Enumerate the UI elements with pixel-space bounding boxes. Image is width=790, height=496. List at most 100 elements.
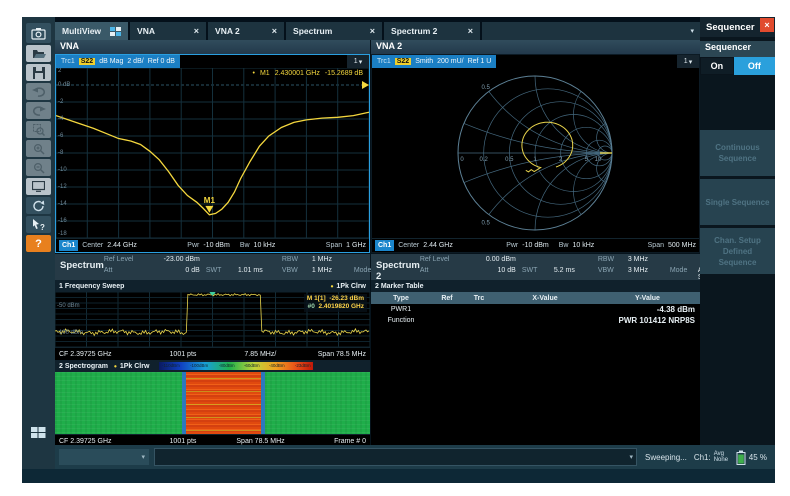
tab-label: VNA bbox=[137, 26, 155, 36]
close-icon[interactable]: × bbox=[370, 26, 375, 36]
spectrum2-panel[interactable]: Spectrum 2 Ref Level 0.00 dBm RBW 3 MHz … bbox=[371, 254, 700, 445]
left-toolbar: ? ? bbox=[22, 17, 55, 483]
y-axis-label: -50 dBm bbox=[57, 303, 80, 309]
window-number: 1 bbox=[684, 58, 688, 65]
tab-multiview[interactable]: MultiView bbox=[55, 22, 128, 40]
channel-tab-bar: MultiView VNA × VNA 2 × Spectrum × Spect… bbox=[55, 17, 700, 40]
vna-plot-area[interactable]: M1 • M1 2.430001 GHz -15.2689 dB 20 dB-2… bbox=[56, 68, 369, 238]
vna-panel[interactable]: VNA Trc1 S22 dB Mag 2 dB/ Ref 0 dB 1 ▾ bbox=[55, 40, 370, 253]
trace-color-dot-icon: • bbox=[331, 282, 334, 291]
frequency-sweep-plot[interactable]: -50 dBm -100 dBm M 1[1] -26.23 dBm #0 2.… bbox=[55, 292, 370, 347]
marker-readout: M 1[1] -26.23 dBm #0 2.4019820 GHz bbox=[304, 294, 367, 312]
tab-label: MultiView bbox=[62, 26, 101, 36]
marker-table: Type Ref Trc X-Value Y-Value PWR1 -4.38 … bbox=[371, 292, 700, 326]
zoom-out-icon[interactable] bbox=[26, 159, 51, 176]
screenshot-page: ? ? MultiView VNA × VNA 2 × Spectrum × S… bbox=[0, 0, 790, 496]
svg-text:0.5: 0.5 bbox=[482, 85, 491, 91]
close-icon[interactable]: × bbox=[760, 18, 774, 32]
display-config-icon[interactable] bbox=[26, 178, 51, 195]
tab-label: VNA 2 bbox=[215, 26, 240, 36]
zoom-reset-icon[interactable] bbox=[26, 140, 51, 157]
bottom-edge bbox=[22, 469, 775, 483]
close-icon[interactable]: × bbox=[468, 26, 473, 36]
sequencer-header: Sequencer × bbox=[700, 17, 775, 37]
sequencer-title: Sequencer bbox=[706, 22, 755, 33]
y-axis-label: -16 bbox=[58, 218, 67, 224]
tab-label: Spectrum 2 bbox=[391, 26, 437, 36]
svg-text:0: 0 bbox=[460, 157, 464, 163]
context-help-icon[interactable]: ? bbox=[26, 216, 51, 233]
sequencer-onoff-toggle: On Off bbox=[700, 57, 775, 75]
smith-chart-area[interactable]: 00.20.5125100.50.5 bbox=[372, 68, 699, 238]
legend-label: -23dBm bbox=[295, 363, 311, 368]
table-row[interactable]: Function PWR 101412 NRP8S bbox=[371, 315, 700, 326]
trace-scale: 200 mU/ bbox=[437, 58, 463, 65]
tab-label: Spectrum bbox=[293, 26, 332, 36]
chevron-down-icon: ▾ bbox=[359, 58, 363, 66]
sequencer-on-button[interactable]: On bbox=[700, 57, 734, 75]
tab-spectrum[interactable]: Spectrum × bbox=[286, 22, 382, 40]
close-icon[interactable]: × bbox=[194, 26, 199, 36]
status-message-box[interactable]: ▾ bbox=[154, 448, 637, 466]
analyzer-window: ? ? MultiView VNA × VNA 2 × Spectrum × S… bbox=[22, 17, 775, 483]
legend-label: -80dBm bbox=[218, 363, 234, 368]
trace-info[interactable]: Trc1 S22 dB Mag 2 dB/ Ref 0 dB bbox=[56, 55, 180, 68]
window-select[interactable]: 1 ▾ bbox=[347, 55, 369, 68]
svg-text:0.5: 0.5 bbox=[505, 157, 514, 163]
marker-table-header: Type Ref Trc X-Value Y-Value bbox=[371, 292, 700, 304]
sequencer-softkey-button[interactable]: Single Sequence bbox=[700, 179, 775, 225]
redo-icon[interactable] bbox=[26, 102, 51, 119]
window-number: 1 bbox=[354, 58, 358, 65]
save-icon[interactable] bbox=[26, 64, 51, 81]
battery-status: 45 % bbox=[736, 450, 767, 465]
sequencer-section-label: Sequencer bbox=[700, 41, 775, 57]
sweep-params: Ref Level -23.00 dBm RBW 1 MHz Att 0 dB … bbox=[104, 254, 403, 280]
legend-label: -110dBm bbox=[162, 363, 180, 368]
y-axis-label: -14 bbox=[58, 201, 67, 207]
status-dropdown[interactable]: ▾ bbox=[59, 449, 149, 465]
tab-vna[interactable]: VNA × bbox=[130, 22, 206, 40]
status-bar: ▾ ▾ Sweeping... Ch1: Avg None 45 % bbox=[55, 445, 775, 469]
svg-text:10: 10 bbox=[595, 157, 602, 163]
status-channel: Ch1: bbox=[694, 453, 711, 462]
screenshot-camera-icon[interactable] bbox=[26, 23, 51, 43]
tab-spectrum2[interactable]: Spectrum 2 × bbox=[384, 22, 480, 40]
trace-name: Trc1 bbox=[61, 58, 75, 65]
chevron-down-icon: ▾ bbox=[689, 58, 693, 66]
help-icon[interactable]: ? bbox=[26, 235, 51, 252]
trace-header: Trc1 S22 Smith 200 mU/ Ref 1 U 1 ▾ bbox=[372, 55, 699, 68]
window-title-bar: 1 Frequency Sweep • 1Pk Clrw bbox=[55, 280, 370, 292]
sequencer-softkeys: Continuous SequenceSingle SequenceChan. … bbox=[700, 130, 775, 274]
windows-start-icon[interactable] bbox=[26, 422, 51, 442]
tab-vna2[interactable]: VNA 2 × bbox=[208, 22, 284, 40]
sequencer-softkey-button[interactable]: Continuous Sequence bbox=[700, 130, 775, 176]
svg-text:?: ? bbox=[40, 223, 45, 231]
marker-readout: • M1 2.430001 GHz -15.2689 dB bbox=[251, 70, 366, 77]
sequencer-softkey-button[interactable]: Chan. Setup Defined Sequence bbox=[700, 228, 775, 274]
y-axis-label: -8 bbox=[58, 150, 63, 156]
window-title-bar: 2 Marker Table bbox=[371, 280, 700, 292]
undo-icon[interactable] bbox=[26, 83, 51, 100]
vna2-panel[interactable]: VNA 2 Trc1 S22 Smith 200 mU/ Ref 1 U 1 ▾ bbox=[371, 40, 700, 253]
sweep-params: Ref Level 0.00 dBm RBW 3 MHz Att 10 dB S… bbox=[420, 254, 719, 280]
table-row[interactable]: PWR1 -4.38 dBm bbox=[371, 304, 700, 315]
legend-label: -40dBm bbox=[269, 363, 285, 368]
window-select[interactable]: 1 ▾ bbox=[677, 55, 699, 68]
spectrogram-plot[interactable] bbox=[55, 372, 370, 434]
sequencer-off-button[interactable]: Off bbox=[734, 57, 775, 75]
tab-overflow-area[interactable]: ▾ bbox=[482, 22, 700, 40]
open-file-icon[interactable] bbox=[26, 45, 51, 62]
trace-info[interactable]: Trc1 S22 Smith 200 mU/ Ref 1 U bbox=[372, 55, 496, 68]
close-icon[interactable]: × bbox=[272, 26, 277, 36]
zoom-select-icon[interactable] bbox=[26, 121, 51, 138]
svg-text:0.5: 0.5 bbox=[482, 220, 491, 226]
channel-badge[interactable]: Ch1 bbox=[375, 240, 394, 251]
chevron-down-icon: ▾ bbox=[629, 453, 633, 461]
spectrum-panel[interactable]: Spectrum Ref Level -23.00 dBm RBW 1 MHz … bbox=[55, 254, 370, 445]
spectrogram-edge bbox=[261, 372, 265, 434]
trace-ref: Ref 1 U bbox=[468, 58, 492, 65]
multiview-grid-icon bbox=[110, 27, 121, 36]
channel-badge[interactable]: Ch1 bbox=[59, 240, 78, 251]
preset-refresh-icon[interactable] bbox=[26, 197, 51, 214]
y-axis-label: -10 bbox=[58, 167, 67, 173]
